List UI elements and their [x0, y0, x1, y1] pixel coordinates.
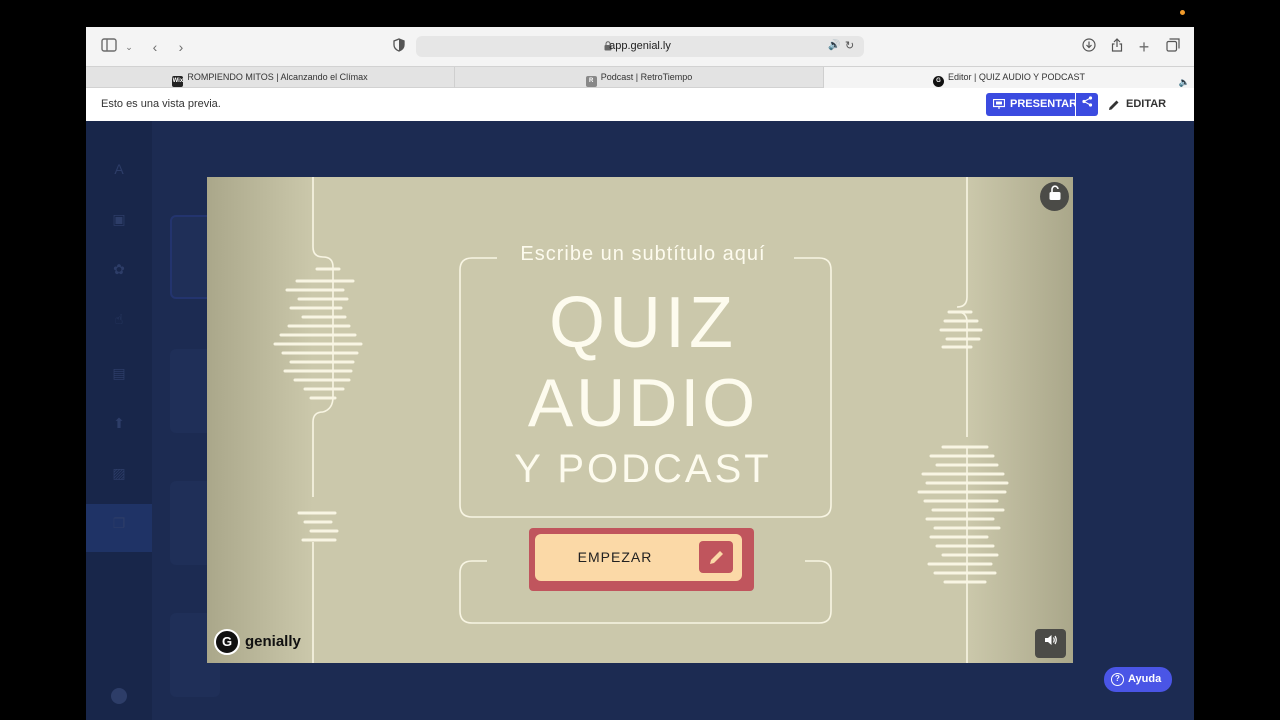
download-icon[interactable]	[1080, 38, 1098, 56]
reload-icon[interactable]: ↻	[845, 39, 857, 53]
new-tab-icon[interactable]: +	[1135, 38, 1153, 56]
sidebar-text-icon: A	[114, 161, 124, 177]
browser-window: ⌄ ‹ › app.genial.ly 🔊 ↻ + Wix ROMPIENDO M…	[86, 27, 1194, 720]
url-text: app.genial.ly	[609, 40, 671, 52]
sidebar-insert-icon: ⬆	[113, 415, 125, 431]
tab-overview-icon[interactable]	[1164, 38, 1182, 56]
preview-bar: Esto es una vista previa. PRESENTAR EDIT…	[86, 88, 1194, 121]
sidebar-background-icon: ▨	[112, 465, 126, 481]
share-presentation-button[interactable]	[1076, 93, 1098, 116]
sidebar-pages-icon: ❐	[112, 515, 126, 531]
chevron-down-icon[interactable]: ⌄	[120, 38, 138, 56]
address-bar[interactable]: app.genial.ly 🔊 ↻	[416, 36, 864, 57]
edit-button[interactable]: EDITAR	[1106, 93, 1176, 116]
share-nodes-icon	[1081, 96, 1092, 107]
tab-label: Podcast | RetroTiempo	[600, 72, 693, 82]
tab-rompiendo-mitos[interactable]: Wix ROMPIENDO MITOS | Alcanzando el Clíma…	[86, 67, 455, 88]
genially-wordmark: genially	[245, 633, 301, 650]
presentation-icon	[993, 99, 1005, 109]
tab-editor-quiz[interactable]: G Editor | QUIZ AUDIO Y PODCAST 🔈	[824, 67, 1194, 88]
lock-icon[interactable]	[1040, 182, 1069, 211]
slide-title-line1: QUIZ	[549, 283, 737, 363]
question-icon: ?	[1111, 673, 1124, 686]
audio-playing-icon[interactable]: 🔊	[828, 40, 840, 52]
slide-title-line3: Y PODCAST	[514, 447, 772, 491]
pencil-icon	[699, 541, 733, 573]
sidebar-interactive-icon: ☝	[114, 311, 124, 327]
help-dim-icon	[111, 688, 127, 704]
present-button[interactable]: PRESENTAR	[986, 93, 1078, 116]
wix-favicon-icon: Wix	[172, 76, 184, 87]
slide-subtitle: Escribe un subtítulo aquí	[520, 243, 766, 265]
sidebar-image-icon: ▣	[112, 211, 126, 227]
shield-icon[interactable]	[390, 38, 408, 56]
notification-dot	[1180, 10, 1185, 15]
sound-toggle-icon[interactable]	[1035, 629, 1066, 658]
start-button-face: EMPEZAR	[535, 534, 742, 581]
tab-podcast-retrotiempo[interactable]: R Podcast | RetroTiempo	[455, 67, 824, 88]
tab-label: ROMPIENDO MITOS | Alcanzando el Clímax	[187, 72, 368, 82]
tab-bar: Wix ROMPIENDO MITOS | Alcanzando el Clíma…	[86, 66, 1194, 88]
preview-notice: Esto es una vista previa.	[101, 98, 221, 110]
start-label: EMPEZAR	[577, 549, 653, 565]
browser-toolbar: ⌄ ‹ › app.genial.ly 🔊 ↻ +	[86, 27, 1194, 66]
help-label: Ayuda	[1128, 673, 1162, 685]
edit-label: EDITAR	[1126, 98, 1167, 110]
sidebar-smartblocks-icon: ▤	[112, 365, 126, 381]
sidebar-toggle-icon[interactable]	[100, 38, 118, 56]
preview-modal: Escribe un subtítulo aquí QUIZ AUDIO Y P…	[207, 177, 1073, 663]
present-label: PRESENTAR	[1010, 98, 1078, 110]
slide-title-line2: AUDIO	[527, 365, 759, 441]
genially-logo-icon: G	[214, 629, 240, 655]
retrotiempo-favicon-icon: R	[585, 76, 597, 87]
help-button[interactable]: ? Ayuda	[1104, 667, 1172, 692]
back-arrow-icon[interactable]: ‹	[146, 38, 164, 56]
share-icon[interactable]	[1108, 38, 1126, 56]
start-button[interactable]: EMPEZAR	[529, 528, 754, 591]
sidebar-resources-icon: ✿	[113, 261, 125, 277]
editor-sidebar: A ▣ ✿ ☝ ▤ ⬆ ▨ ❐	[86, 121, 152, 720]
forward-arrow-icon[interactable]: ›	[172, 38, 190, 56]
tab-label: Editor | QUIZ AUDIO Y PODCAST	[947, 72, 1086, 82]
genially-favicon-icon: G	[932, 76, 944, 87]
pencil-icon	[1109, 100, 1119, 110]
